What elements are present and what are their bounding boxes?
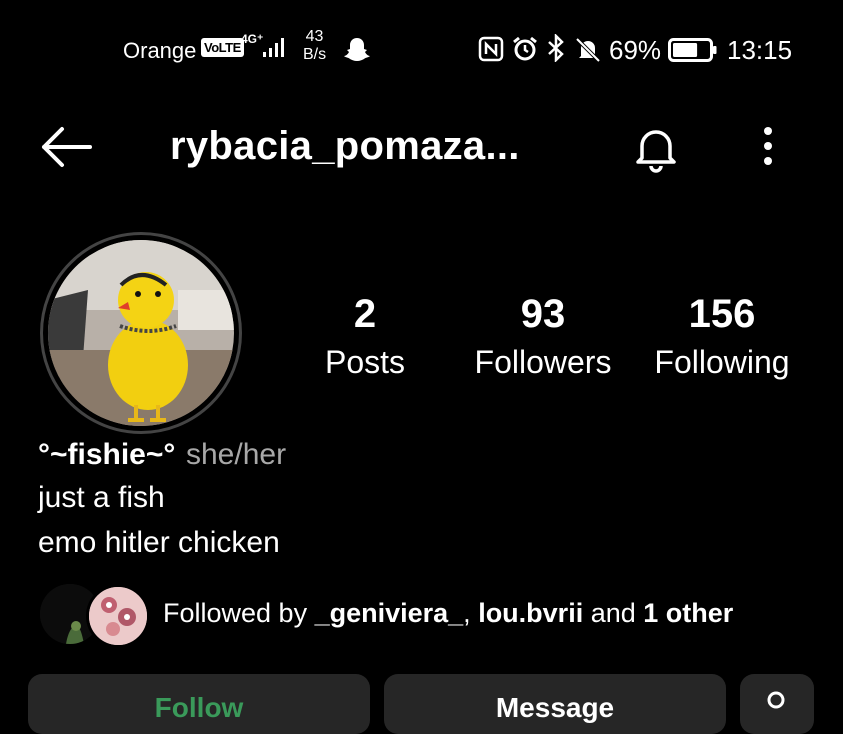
following-label: Following [654, 344, 790, 380]
followers-count: 93 [520, 292, 566, 336]
avatar-image [48, 240, 234, 426]
alarm-icon [511, 35, 539, 68]
battery-icon [668, 38, 718, 67]
status-bar: Orange VoLTE 4G⁺ 43 B/s 69% 13:15 [0, 0, 843, 100]
battery-percent: 69% [609, 35, 662, 65]
back-arrow-icon[interactable] [38, 125, 94, 174]
bio-line: emo hitler chicken [38, 526, 280, 559]
message-button[interactable]: Message [384, 674, 726, 734]
display-name: °~fishie~° [38, 438, 176, 471]
mutual-follower-avatar[interactable] [86, 584, 150, 648]
mutual-follower-link[interactable]: lou.bvrii [478, 598, 583, 628]
stat-following[interactable]: 156 Following [637, 290, 807, 382]
mutual-others-link[interactable]: 1 other [643, 598, 733, 628]
posts-count: 2 [353, 292, 377, 336]
bluetooth-icon [545, 32, 567, 69]
add-person-icon [762, 690, 794, 727]
followed-by-text[interactable]: Followed by _geniviera_, lou.bvrii and 1… [163, 598, 733, 629]
following-count: 156 [688, 292, 756, 336]
signal-icon [262, 36, 288, 63]
volte-badge: VoLTE [201, 38, 244, 57]
follow-button[interactable]: Follow [28, 674, 370, 734]
network-speed: 43 B/s [303, 28, 327, 63]
stat-posts[interactable]: 2 Posts [280, 290, 450, 382]
bio-line: just a fish [38, 481, 165, 514]
notification-bell-icon[interactable] [630, 122, 682, 179]
clock: 13:15 [727, 35, 793, 65]
followers-label: Followers [474, 344, 612, 380]
stat-followers[interactable]: 93 Followers [458, 290, 628, 382]
network-type: 4G⁺ [241, 32, 264, 46]
snapchat-icon [343, 36, 371, 67]
posts-label: Posts [324, 344, 406, 380]
mute-bell-icon [574, 36, 602, 69]
add-friend-button[interactable] [740, 674, 814, 734]
profile-avatar[interactable] [40, 232, 242, 434]
more-options-icon[interactable] [760, 125, 776, 172]
pronouns: she/her [186, 438, 287, 471]
mutual-follower-link[interactable]: _geniviera_ [315, 598, 464, 628]
carrier-name: Orange [123, 38, 197, 63]
profile-username: rybacia_pomaza... [170, 124, 520, 168]
nfc-icon [478, 36, 504, 67]
